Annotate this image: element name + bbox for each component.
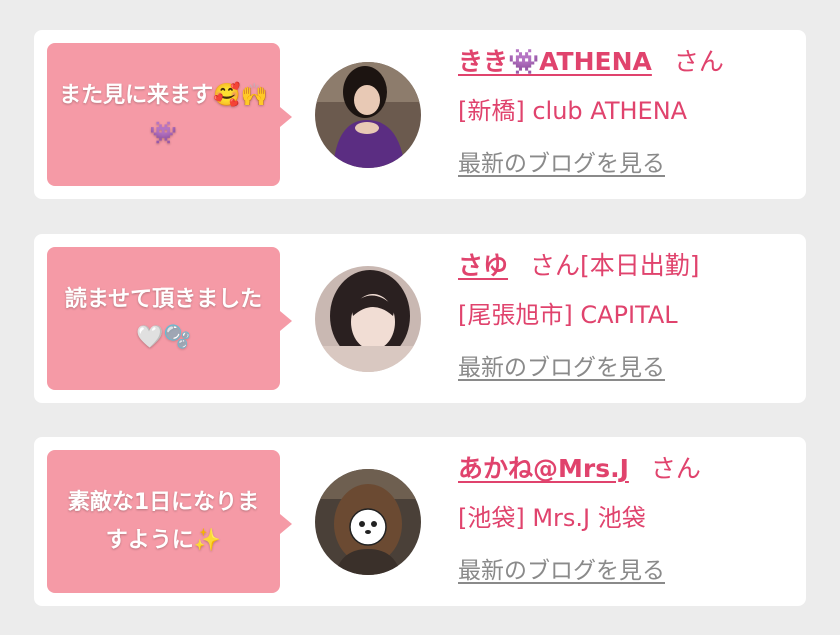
- shop-name: [新橋] club ATHENA: [458, 97, 688, 125]
- name-line: あかね@Mrs.J さん: [458, 447, 798, 491]
- avatar[interactable]: [315, 266, 421, 372]
- message-text: 素敵な1日になりますように✨: [67, 489, 260, 553]
- profile-info: さゆ さん[本日出勤] [尾張旭市] CAPITAL 最新のブログを見る: [458, 244, 798, 388]
- cast-name-link[interactable]: あかね@Mrs.J: [458, 454, 629, 483]
- message-bubble: 読ませて頂きました🤍🫧: [47, 247, 292, 390]
- profile-info: あかね@Mrs.J さん [池袋] Mrs.J 池袋 最新のブログを見る: [458, 447, 798, 591]
- message-bubble: 素敵な1日になりますように✨: [47, 450, 292, 593]
- name-line: きき👾ATHENA さん: [458, 40, 798, 84]
- profile-info: きき👾ATHENA さん [新橋] club ATHENA 最新のブログを見る: [458, 40, 798, 184]
- status-text: [本日出勤]: [580, 251, 700, 280]
- shop-name: [尾張旭市] CAPITAL: [458, 301, 678, 329]
- latest-blog-link[interactable]: 最新のブログを見る: [458, 144, 798, 184]
- shop-name: [池袋] Mrs.J 池袋: [458, 504, 646, 532]
- message-text: また見に来ます🥰🙌👾: [59, 82, 268, 146]
- avatar[interactable]: [315, 469, 421, 575]
- avatar[interactable]: [315, 62, 421, 168]
- honorific: さん: [650, 454, 701, 483]
- message-card: また見に来ます🥰🙌👾 きき👾ATHENA さん [新橋] club ATHENA …: [34, 30, 806, 199]
- message-text: 読ませて頂きました🤍🫧: [64, 286, 263, 350]
- name-line: さゆ さん[本日出勤]: [458, 244, 798, 288]
- message-bubble: また見に来ます🥰🙌👾: [47, 43, 292, 186]
- latest-blog-link[interactable]: 最新のブログを見る: [458, 348, 798, 388]
- cast-name-link[interactable]: きき👾ATHENA: [458, 47, 652, 76]
- latest-blog-link[interactable]: 最新のブログを見る: [458, 551, 798, 591]
- honorific: さん: [530, 251, 581, 280]
- cast-name-link[interactable]: さゆ: [458, 251, 508, 280]
- honorific: さん: [673, 47, 724, 76]
- message-card: 読ませて頂きました🤍🫧 さゆ さん[本日出勤] [尾張旭市] CAPITAL 最新…: [34, 234, 806, 403]
- message-card: 素敵な1日になりますように✨ あかね@Mrs.J さん [池袋] Mrs.J 池袋…: [34, 437, 806, 606]
